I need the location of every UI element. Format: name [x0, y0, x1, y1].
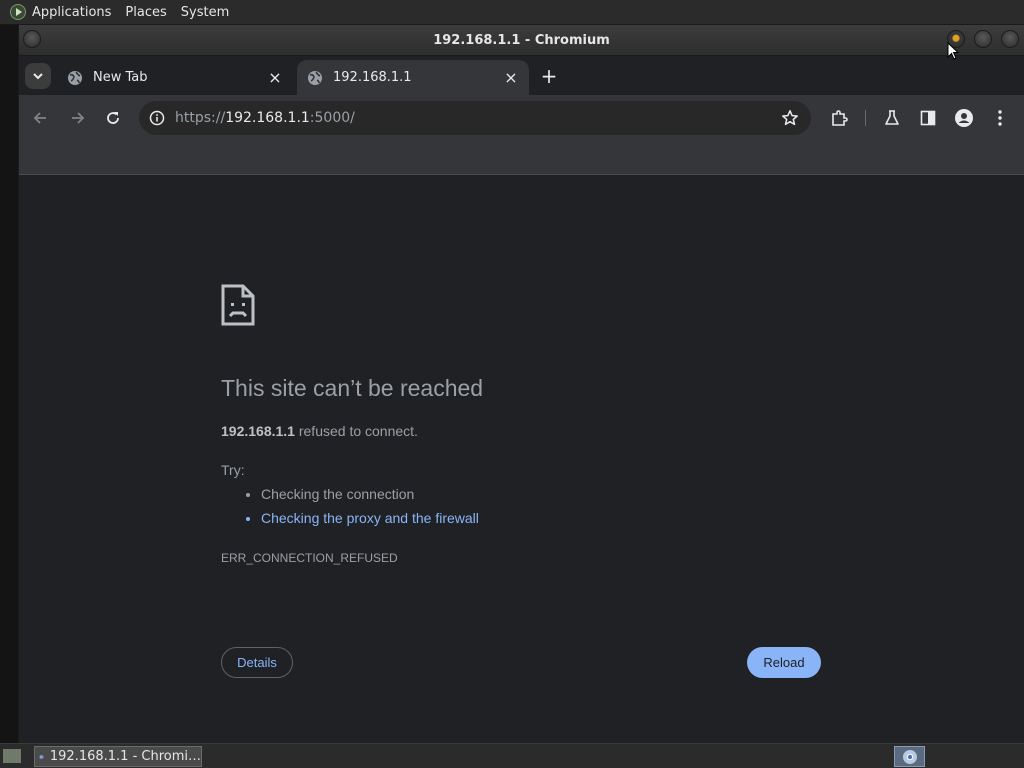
browser-toolbar: https://192.168.1.1:5000/ — [19, 95, 1024, 141]
tab-new-tab[interactable]: New Tab × — [57, 60, 293, 95]
window-title: 192.168.1.1 - Chromium — [433, 33, 610, 48]
error-host: 192.168.1.1 — [221, 423, 295, 439]
close-icon: × — [268, 68, 282, 87]
try-label: Try: — [221, 462, 245, 478]
sad-page-icon — [221, 284, 255, 326]
taskbar-window-label: 192.168.1.1 - Chromi… — [49, 749, 201, 764]
error-description: 192.168.1.1 refused to connect. — [221, 423, 418, 439]
info-icon[interactable] — [149, 110, 165, 126]
menu-system[interactable]: System — [181, 5, 229, 20]
forward-arrow-icon — [72, 112, 85, 124]
error-heading: This site can’t be reached — [221, 375, 484, 401]
address-bar[interactable]: https://192.168.1.1:5000/ — [139, 101, 811, 135]
maximize-button[interactable] — [974, 30, 992, 48]
profile-button[interactable] — [953, 107, 975, 129]
mouse-cursor-icon — [947, 42, 959, 60]
details-button[interactable]: Details — [221, 647, 293, 678]
extensions-icon — [832, 110, 848, 126]
distro-logo-icon[interactable] — [10, 4, 26, 20]
tab-label: New Tab — [93, 70, 148, 85]
tab-label: 192.168.1.1 — [333, 70, 412, 85]
profile-icon — [955, 109, 973, 127]
side-panel-button[interactable] — [917, 107, 939, 129]
new-tab-button[interactable]: + — [537, 64, 561, 88]
tab-close-button[interactable]: × — [501, 68, 521, 88]
labs-flask-icon — [885, 110, 899, 125]
toolbar-separator — [865, 110, 866, 126]
taskbar-window-chromium[interactable]: 192.168.1.1 - Chromi… — [34, 746, 202, 767]
tab-strip: New Tab × 192.168.1.1 × + — [19, 56, 1024, 95]
chromium-icon — [39, 754, 44, 759]
reload-button[interactable]: Reload — [747, 647, 821, 678]
reload-toolbar-button[interactable] — [101, 106, 125, 130]
desktop-top-panel: Applications Places System — [0, 0, 1024, 25]
error-code: ERR_CONNECTION_REFUSED — [221, 551, 398, 565]
forward-button[interactable] — [65, 106, 89, 130]
desktop-background — [0, 25, 18, 743]
error-description-text: refused to connect. — [294, 423, 418, 439]
labs-button[interactable] — [881, 107, 903, 129]
more-vert-icon — [998, 110, 1002, 126]
suggestion-check-connection: Checking the connection — [261, 482, 479, 506]
menu-applications[interactable]: Applications — [32, 5, 111, 20]
plus-icon: + — [540, 64, 558, 88]
tab-192-168-1-1[interactable]: 192.168.1.1 × — [297, 60, 529, 95]
globe-icon — [308, 70, 322, 85]
tab-close-button[interactable]: × — [265, 68, 285, 88]
desktop-taskbar: 192.168.1.1 - Chromi… — [0, 743, 1024, 768]
chromium-window: 192.168.1.1 - Chromium New Tab × 192.168… — [19, 25, 1024, 743]
chromium-icon — [902, 749, 917, 764]
url-text[interactable]: https://192.168.1.1:5000/ — [175, 110, 355, 126]
url-port-path: :5000/ — [309, 110, 355, 126]
url-scheme: https:// — [175, 110, 226, 126]
star-icon[interactable] — [781, 109, 799, 127]
show-desktop-button[interactable] — [2, 748, 22, 764]
back-button[interactable] — [29, 106, 53, 130]
extensions-button[interactable] — [828, 107, 850, 129]
tab-search-icon — [33, 73, 43, 80]
suggestions-list: Checking the connection Checking the pro… — [242, 482, 479, 530]
globe-icon — [68, 70, 82, 85]
url-host: 192.168.1.1 — [225, 110, 310, 126]
close-window-button[interactable] — [1001, 30, 1019, 48]
back-arrow-icon — [33, 112, 46, 124]
menu-places[interactable]: Places — [125, 5, 166, 20]
side-panel-icon — [920, 110, 936, 126]
window-titlebar[interactable]: 192.168.1.1 - Chromium — [19, 25, 1024, 56]
suggestion-check-proxy-firewall-link[interactable]: Checking the proxy and the firewall — [261, 506, 479, 530]
more-menu-button[interactable] — [989, 107, 1011, 129]
close-icon: × — [504, 68, 518, 87]
bookmarks-bar — [19, 141, 1024, 175]
reload-icon — [107, 112, 119, 124]
tab-search-button[interactable] — [25, 63, 51, 89]
error-page: This site can’t be reached 192.168.1.1 r… — [19, 175, 1024, 743]
tray-chromium-launcher[interactable] — [894, 746, 925, 767]
